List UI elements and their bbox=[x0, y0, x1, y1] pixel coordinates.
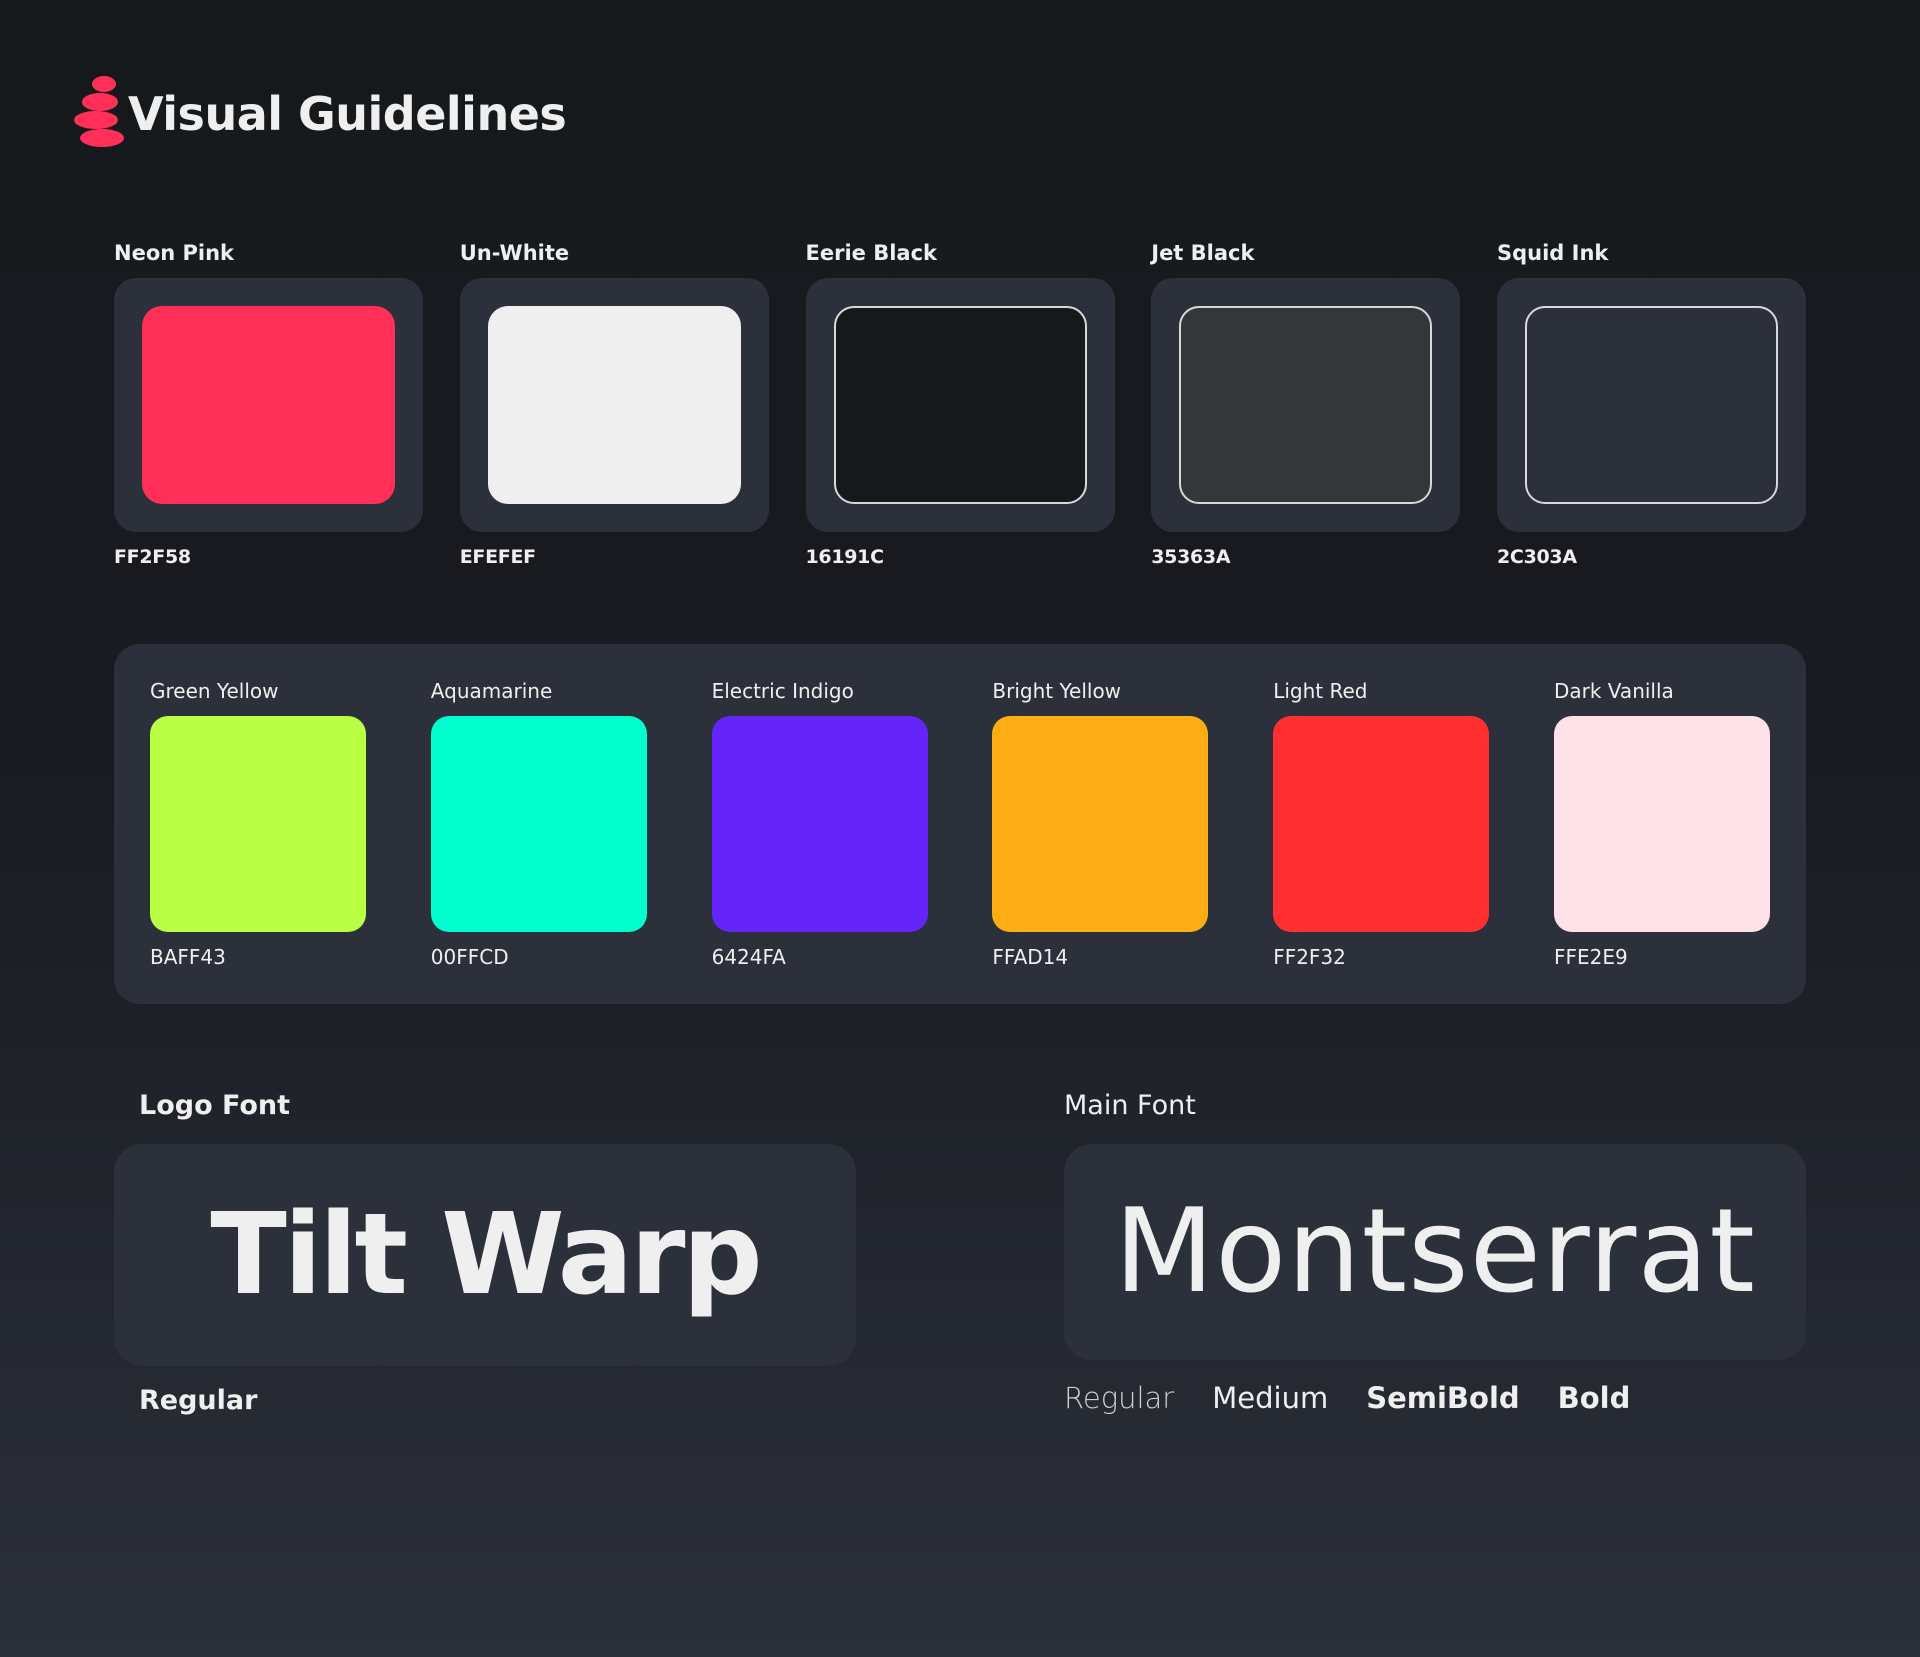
main-font-weights: Regular Medium SemiBold Bold bbox=[1064, 1380, 1806, 1416]
page-title: Visual Guidelines bbox=[128, 87, 567, 141]
weight-bold: Bold bbox=[1557, 1381, 1631, 1415]
secondary-color-green-yellow: Green Yellow BAFF43 bbox=[150, 678, 366, 1004]
color-hex: BAFF43 bbox=[150, 945, 226, 969]
color-swatch bbox=[1179, 306, 1433, 504]
main-font-section: Main Font Montserrat Regular Medium Semi… bbox=[1064, 1088, 1806, 1416]
color-swatch bbox=[992, 716, 1209, 932]
color-swatch bbox=[430, 716, 647, 932]
color-hex: 16191C bbox=[805, 546, 885, 568]
page-header: Visual Guidelines bbox=[72, 74, 567, 154]
color-swatch bbox=[1273, 716, 1490, 932]
swatch-card bbox=[1151, 278, 1461, 532]
swatch-card bbox=[459, 278, 769, 532]
color-swatch bbox=[142, 306, 395, 504]
secondary-color-aquamarine: Aquamarine 00FFCD bbox=[430, 678, 647, 1004]
primary-color-eerie-black: Eerie Black 16191C bbox=[805, 240, 1115, 570]
logo-font-weights: Regular bbox=[139, 1382, 856, 1418]
color-swatch bbox=[711, 716, 928, 932]
primary-color-jet-black: Jet Black 35363A bbox=[1151, 240, 1461, 570]
main-font-label: Main Font bbox=[1064, 1090, 1196, 1121]
color-name: Dark Vanilla bbox=[1553, 679, 1674, 703]
stacked-pebbles-icon bbox=[74, 76, 124, 147]
swatch-card bbox=[1497, 278, 1806, 532]
color-hex: FF2F58 bbox=[114, 546, 191, 568]
secondary-palette: Green Yellow BAFF43 Aquamarine 00FFCD El… bbox=[114, 644, 1806, 1004]
color-hex: FF2F32 bbox=[1273, 945, 1346, 969]
logo-font-section: Logo Font Tilt Warp Regular bbox=[114, 1088, 856, 1418]
main-font-sample: Montserrat bbox=[1114, 1184, 1756, 1319]
primary-color-neon-pink: Neon Pink FF2F58 bbox=[114, 240, 423, 570]
color-hex: FFAD14 bbox=[992, 945, 1069, 969]
color-name: Electric Indigo bbox=[711, 679, 854, 703]
weight-medium: Medium bbox=[1212, 1381, 1329, 1415]
secondary-color-light-red: Light Red FF2F32 bbox=[1273, 678, 1490, 1004]
color-hex: FFE2E9 bbox=[1553, 945, 1628, 969]
secondary-color-bright-yellow: Bright Yellow FFAD14 bbox=[992, 678, 1209, 1004]
color-swatch bbox=[487, 306, 741, 504]
color-swatch bbox=[150, 716, 366, 932]
main-font-card: Montserrat bbox=[1064, 1144, 1806, 1360]
color-hex: 35363A bbox=[1151, 546, 1231, 568]
weight-regular: Regular bbox=[1064, 1381, 1175, 1415]
logo-font-label: Logo Font bbox=[139, 1090, 291, 1121]
weight-regular: Regular bbox=[139, 1384, 258, 1416]
swatch-card bbox=[114, 278, 423, 532]
color-name: Aquamarine bbox=[430, 679, 553, 703]
color-name: Neon Pink bbox=[114, 241, 235, 265]
color-name: Eerie Black bbox=[805, 241, 938, 265]
color-name: Un-White bbox=[459, 241, 570, 265]
color-swatch bbox=[833, 306, 1087, 504]
color-name: Green Yellow bbox=[150, 679, 279, 703]
secondary-color-dark-vanilla: Dark Vanilla FFE2E9 bbox=[1553, 678, 1770, 1004]
swatch-card bbox=[805, 278, 1115, 532]
color-hex: EFEFEF bbox=[459, 546, 536, 568]
color-hex: 2C303A bbox=[1497, 546, 1577, 568]
logo-font-sample: Tilt Warp bbox=[210, 1190, 762, 1320]
color-swatch bbox=[1553, 716, 1770, 932]
primary-color-un-white: Un-White EFEFEF bbox=[459, 240, 769, 570]
color-hex: 00FFCD bbox=[430, 945, 509, 969]
color-name: Light Red bbox=[1273, 679, 1368, 703]
primary-color-squid-ink: Squid Ink 2C303A bbox=[1497, 240, 1806, 570]
primary-palette: Neon Pink FF2F58 Un-White EFEFEF Eerie B… bbox=[114, 240, 1806, 570]
color-hex: 6424FA bbox=[711, 945, 786, 969]
color-name: Bright Yellow bbox=[992, 679, 1122, 703]
secondary-color-electric-indigo: Electric Indigo 6424FA bbox=[711, 678, 928, 1004]
logo-font-card: Tilt Warp bbox=[114, 1144, 856, 1366]
color-name: Squid Ink bbox=[1497, 241, 1609, 265]
weight-semibold: SemiBold bbox=[1366, 1381, 1520, 1415]
color-name: Jet Black bbox=[1151, 241, 1255, 265]
color-swatch bbox=[1525, 306, 1778, 504]
